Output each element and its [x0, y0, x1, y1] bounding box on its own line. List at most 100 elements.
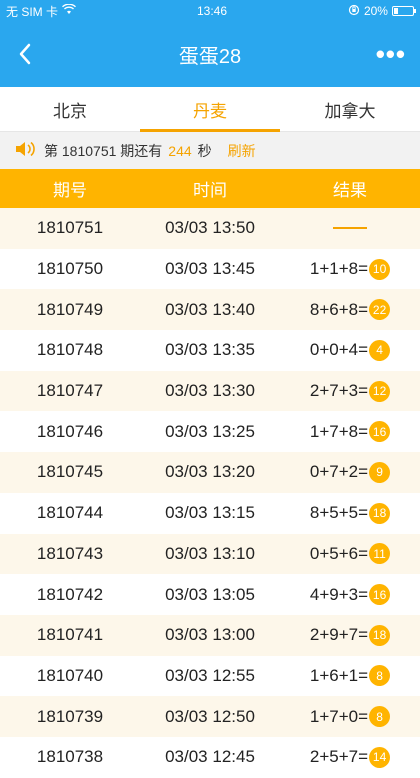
draw-result: 8+5+5= 18 [280, 502, 420, 524]
region-tabs: 北京 丹麦 加拿大 [0, 87, 420, 132]
sum-ball: 9 [369, 461, 391, 483]
draw-time: 03/03 13:05 [165, 584, 255, 604]
table-row: 1810740 03/03 12:55 1+6+1= 8 [0, 656, 420, 697]
sum-ball: 10 [369, 258, 391, 280]
battery-icon [391, 6, 416, 16]
sum-ball: 4 [369, 339, 391, 361]
table-row: 1810750 03/03 13:45 1+1+8= 10 [0, 249, 420, 290]
orientation-lock-icon [348, 4, 360, 19]
wifi-icon [62, 3, 76, 18]
draw-result: 1+7+8= 16 [280, 421, 420, 443]
issue-number: 1810744 [36, 503, 104, 523]
sum-ball: 12 [369, 380, 391, 402]
table-row: 1810739 03/03 12:50 1+7+0= 8 [0, 696, 420, 737]
pending-dash [333, 227, 367, 230]
result-formula: 0+7+2= [309, 462, 369, 482]
table-row: 1810743 03/03 13:10 0+5+6= 11 [0, 533, 420, 575]
draw-result: 2+7+3= 12 [280, 380, 420, 402]
draw-result: 0+7+2= 9 [280, 461, 420, 483]
sum-ball: 8 [369, 665, 391, 687]
table-body: 1810751 03/03 13:50 1810750 03/03 13:45 1+1+… [0, 208, 420, 778]
table-row: 1810741 03/03 13:00 2+9+7= 18 [0, 614, 420, 656]
tab-label: 北京 [53, 101, 87, 121]
results-table: 期号 时间 结果 1810751 03/03 13:50 1810750 03/03 … [0, 169, 420, 778]
result-formula: 0+0+4= [309, 340, 369, 360]
draw-time: 03/03 13:15 [165, 503, 255, 523]
result-formula: 2+5+7= [309, 747, 369, 767]
draw-time: 03/03 13:30 [165, 381, 255, 401]
draw-time: 03/03 12:55 [165, 665, 255, 685]
countdown-suffix: 秒 [197, 142, 212, 159]
issue-number: 1810751 [36, 218, 104, 238]
sum-ball: 16 [369, 584, 391, 606]
issue-number: 1810748 [36, 340, 104, 360]
issue-number: 1810738 [36, 747, 104, 767]
header-issue: 期号 [53, 181, 87, 200]
draw-result: 8+6+8= 22 [280, 299, 420, 321]
result-formula: 1+6+1= [309, 665, 369, 685]
back-arrow-icon[interactable] [14, 42, 38, 66]
tab-denmark[interactable]: 丹麦 [140, 87, 280, 132]
speaker-icon [14, 140, 38, 161]
draw-time: 03/03 13:00 [165, 625, 255, 645]
issue-number: 1810742 [36, 584, 104, 604]
table-header: 期号 时间 结果 [0, 169, 420, 208]
result-formula: 8+6+8= [309, 299, 369, 319]
issue-number: 1810743 [36, 543, 104, 563]
tab-canada[interactable]: 加拿大 [280, 87, 420, 131]
issue-number: 1810741 [36, 625, 104, 645]
result-formula: 1+7+0= [309, 706, 369, 726]
result-formula: 1+1+8= [309, 259, 369, 279]
draw-time: 03/03 13:35 [165, 340, 255, 360]
draw-time: 03/03 12:50 [165, 706, 255, 726]
table-row: 1810748 03/03 13:35 0+0+4= 4 [0, 330, 420, 371]
issue-number: 1810740 [36, 665, 104, 685]
draw-result: 4+9+3= 16 [280, 584, 420, 606]
sum-ball: 18 [369, 502, 391, 524]
draw-result [280, 227, 420, 230]
page-title: 蛋蛋28 [178, 46, 242, 68]
header-time: 时间 [193, 181, 227, 200]
draw-time: 03/03 13:45 [165, 259, 255, 279]
draw-time: 03/03 12:45 [165, 747, 255, 767]
refresh-link[interactable]: 刷新 [228, 141, 256, 161]
status-bar: 无 SIM 卡 13:46 20% [0, 0, 420, 22]
issue-number: 1810747 [36, 381, 104, 401]
tab-beijing[interactable]: 北京 [0, 87, 140, 131]
draw-time: 03/03 13:25 [165, 421, 255, 441]
countdown-seconds: 244 [168, 142, 192, 159]
more-icon[interactable]: ••• [376, 41, 406, 67]
draw-result: 1+1+8= 10 [280, 258, 420, 280]
carrier-label: 无 SIM 卡 [6, 4, 59, 19]
result-formula: 8+5+5= [309, 503, 369, 523]
sum-ball: 14 [369, 746, 391, 768]
table-row: 1810751 03/03 13:50 [0, 208, 420, 249]
tab-label: 丹麦 [193, 101, 227, 121]
sum-ball: 18 [369, 624, 391, 646]
issue-number: 1810750 [36, 259, 104, 279]
draw-result: 2+9+7= 18 [280, 624, 420, 646]
nav-bar: 蛋蛋28 ••• [0, 22, 420, 87]
draw-result: 2+5+7= 14 [280, 746, 420, 768]
table-row: 1810749 03/03 13:40 8+6+8= 22 [0, 289, 420, 331]
issue-number: 1810745 [36, 462, 104, 482]
draw-result: 0+0+4= 4 [280, 339, 420, 361]
table-row: 1810745 03/03 13:20 0+7+2= 9 [0, 452, 420, 493]
table-row: 1810742 03/03 13:05 4+9+3= 16 [0, 574, 420, 615]
table-row: 1810746 03/03 13:25 1+7+8= 16 [0, 411, 420, 452]
result-formula: 2+9+7= [309, 625, 369, 645]
draw-time: 03/03 13:40 [165, 299, 255, 319]
draw-result: 1+6+1= 8 [280, 665, 420, 687]
header-result: 结果 [333, 181, 367, 200]
sum-ball: 22 [369, 299, 391, 321]
draw-result: 0+5+6= 11 [280, 543, 420, 565]
issue-number: 1810739 [36, 706, 104, 726]
countdown-prefix: 第 1810751 期还有 [44, 142, 163, 159]
countdown-notice: 第 1810751 期还有 244 秒 刷新 [0, 132, 420, 169]
table-row: 1810747 03/03 13:30 2+7+3= 12 [0, 370, 420, 412]
table-row: 1810738 03/03 12:45 2+5+7= 14 [0, 737, 420, 778]
table-row: 1810744 03/03 13:15 8+5+5= 18 [0, 493, 420, 534]
result-formula: 0+5+6= [309, 543, 369, 563]
tab-label: 加拿大 [324, 101, 376, 121]
draw-time: 03/03 13:20 [165, 462, 255, 482]
